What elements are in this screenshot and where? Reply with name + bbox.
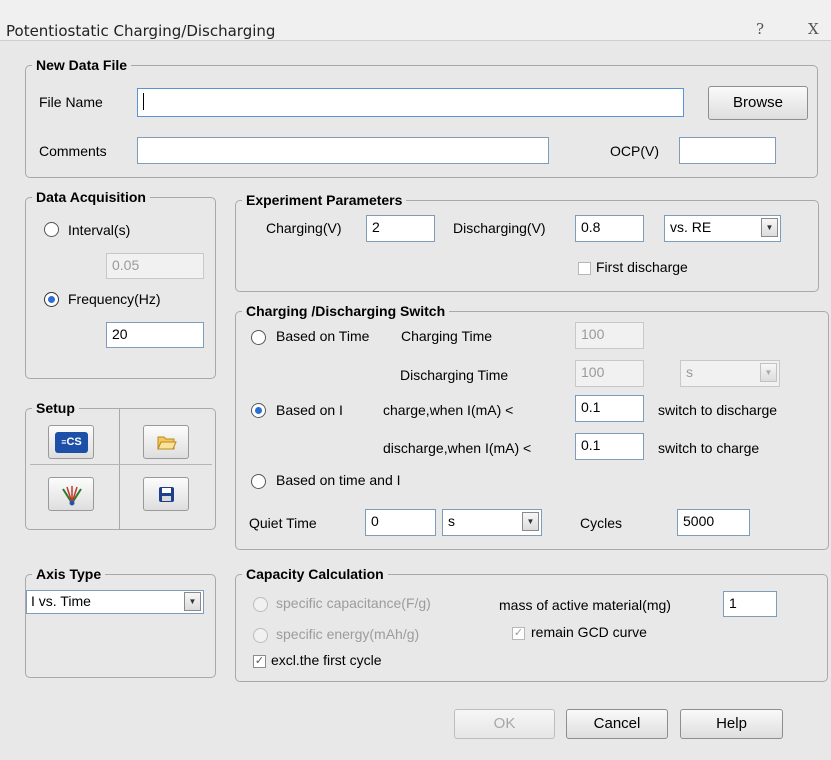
capacity-calculation-legend: Capacity Calculation [246,566,384,582]
comments-input[interactable] [137,137,549,164]
chevron-down-icon: ▼ [760,363,777,382]
charging-switch-legend: Charging /Discharging Switch [246,303,446,319]
charging-time-input[interactable]: 100 [575,322,644,349]
new-data-file-legend: New Data File [36,57,128,73]
chevron-down-icon: ▼ [184,592,201,611]
close-button[interactable]: X [808,20,819,38]
reference-select[interactable]: vs. RE ▼ [664,215,781,242]
mass-label: mass of active material(mg) [499,597,671,613]
excl-first-cycle-checkbox[interactable]: ✓ [253,655,266,668]
browse-button[interactable]: Browse [708,86,808,120]
folder-open-icon [157,436,177,450]
time-unit-select-value: s [686,364,693,380]
setup-divider [119,408,120,530]
based-on-time-radio[interactable] [251,330,266,345]
discharging-time-label: Discharging Time [400,367,509,383]
frequency-label: Frequency(Hz) [68,291,161,307]
quiet-time-label: Quiet Time [249,515,317,531]
dialog-window: Potentiostatic Charging/Discharging ? X … [0,0,831,760]
switch-to-discharge-label: switch to discharge [658,402,778,418]
file-name-label: File Name [39,94,103,110]
data-acquisition-legend: Data Acquisition [36,189,146,205]
remain-gcd-checkbox[interactable]: ✓ [512,627,525,640]
cycles-label: Cycles [580,515,623,531]
quiet-time-input[interactable]: 0 [365,509,436,536]
charging-voltage-input[interactable]: 2 [366,215,435,242]
open-file-button[interactable] [143,425,189,459]
quiet-time-unit-value: s [448,513,455,529]
interval-input[interactable]: 0.05 [106,253,204,279]
based-on-i-label: Based on I [276,402,343,418]
specific-capacitance-radio[interactable] [253,597,268,612]
cancel-button[interactable]: Cancel [566,709,668,739]
first-discharge-label: First discharge [596,259,688,275]
remain-gcd-label: remain GCD curve [531,624,647,640]
interval-radio[interactable] [44,222,59,237]
help-button[interactable]: Help [680,709,783,739]
axis-type-group: Axis Type [25,566,216,678]
dialog-title: Potentiostatic Charging/Discharging [6,22,276,40]
chevron-down-icon: ▼ [761,218,778,237]
reference-select-value: vs. RE [670,219,712,235]
discharging-time-input[interactable]: 100 [575,360,644,387]
setup-legend: Setup [36,400,75,416]
charge-when-input[interactable]: 0.1 [575,395,644,422]
ocp-input[interactable] [679,137,776,164]
mass-input[interactable]: 1 [723,591,777,617]
time-unit-select[interactable]: s ▼ [680,360,780,387]
discharging-voltage-label: Discharging(V) [453,220,546,236]
specific-energy-radio[interactable] [253,628,268,643]
specific-capacitance-label: specific capacitance(F/g) [276,595,431,611]
charge-when-label: charge,when I(mA) < [383,402,514,418]
frequency-radio[interactable] [44,292,59,307]
excl-first-cycle-label: excl.the first cycle [271,652,382,668]
discharge-when-input[interactable]: 0.1 [575,433,644,460]
save-disk-icon [159,487,174,502]
discharging-voltage-input[interactable]: 0.8 [575,215,644,242]
cs-icon-text: CS [66,436,82,448]
based-on-time-and-i-radio[interactable] [251,474,266,489]
specific-energy-label: specific energy(mAh/g) [276,626,420,642]
interval-label: Interval(s) [68,222,131,238]
title-bar: Potentiostatic Charging/Discharging ? X [0,0,831,41]
ok-button[interactable]: OK [454,709,555,739]
setup-row-divider [30,464,212,465]
cycles-input[interactable]: 5000 [677,509,750,536]
quiet-time-unit-select[interactable]: s ▼ [442,509,542,536]
comments-label: Comments [39,143,107,159]
discharge-when-label: discharge,when I(mA) < [383,440,532,456]
switch-to-charge-label: switch to charge [658,440,760,456]
based-on-time-and-i-label: Based on time and I [276,472,401,488]
charging-time-label: Charging Time [401,328,493,344]
save-button[interactable] [143,477,189,511]
data-acquisition-group: Data Acquisition [25,189,216,379]
charging-voltage-label: Charging(V) [266,220,342,236]
electrode-icon [62,486,82,506]
ocp-label: OCP(V) [610,143,659,159]
axis-type-legend: Axis Type [36,566,102,582]
file-name-input[interactable] [137,88,684,117]
cs-instrument-button[interactable]: ≡CS [48,425,94,459]
cs-instrument-icon: ≡CS [55,432,88,453]
first-discharge-checkbox[interactable] [578,262,591,275]
based-on-time-label: Based on Time [276,328,370,344]
chevron-down-icon: ▼ [522,512,539,531]
axis-type-select[interactable]: I vs. Time ▼ [26,590,204,614]
help-title-button[interactable]: ? [756,20,764,38]
based-on-i-radio[interactable] [251,403,266,418]
axis-type-value: I vs. Time [31,593,91,609]
electrode-button[interactable] [48,477,94,511]
experiment-parameters-legend: Experiment Parameters [246,192,403,208]
experiment-parameters-group: Experiment Parameters [235,192,819,292]
frequency-input[interactable]: 20 [106,322,204,348]
